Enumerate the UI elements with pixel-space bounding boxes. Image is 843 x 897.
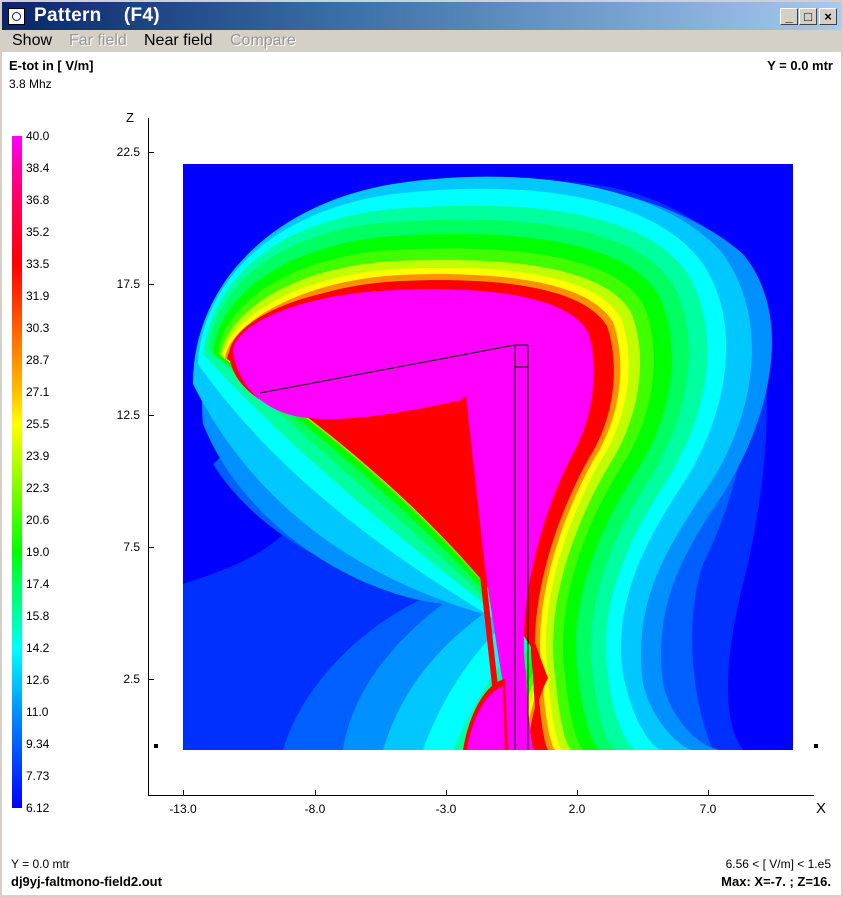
plot-canvas: E-tot in [ V/m] 3.8 Mhz Y = 0.0 mtr 40.0… xyxy=(2,52,841,895)
x-tick-label: -8.0 xyxy=(304,802,326,816)
left-boundary-marker xyxy=(154,744,158,748)
legend-value-label: 17.4 xyxy=(26,577,50,591)
legend-value-label: 6.12 xyxy=(26,801,50,815)
legend-value-label: 27.1 xyxy=(26,385,50,399)
value-range: 6.56 < [ V/m] < 1.e5 xyxy=(725,857,831,871)
x-tick-label: 2.0 xyxy=(568,802,586,816)
legend-value-label: 28.7 xyxy=(26,353,50,367)
quantity-label: E-tot in [ V/m] xyxy=(9,58,94,73)
legend-value-label: 14.2 xyxy=(26,641,50,655)
pattern-window: Pattern (F4) _ □ × Show Far field Near f… xyxy=(0,0,843,897)
maximize-button[interactable]: □ xyxy=(799,8,817,25)
menu-show[interactable]: Show xyxy=(12,32,52,50)
legend-value-label: 11.0 xyxy=(26,705,49,719)
x-tick-label: -13.0 xyxy=(169,802,197,816)
legend-value-label: 9.34 xyxy=(26,737,50,751)
legend-value-label: 31.9 xyxy=(26,289,50,303)
z-tick xyxy=(148,152,154,153)
x-tick xyxy=(183,790,184,796)
app-icon[interactable] xyxy=(8,8,25,25)
menu-compare[interactable]: Compare xyxy=(230,32,296,50)
legend-value-label: 33.5 xyxy=(26,257,50,271)
max-location: Max: X=-7. ; Z=16. xyxy=(721,874,831,889)
legend-value-label: 35.2 xyxy=(26,225,50,239)
legend-value-label: 20.6 xyxy=(26,513,50,527)
z-axis-label: Z xyxy=(126,110,134,125)
x-tick-label: -3.0 xyxy=(435,802,457,816)
legend-value-label: 36.8 xyxy=(26,193,50,207)
z-tick-label: 22.5 xyxy=(116,145,140,159)
x-tick xyxy=(577,790,578,796)
legend-value-label: 30.3 xyxy=(26,321,50,335)
plane-label-bottom: Y = 0.0 mtr xyxy=(11,857,70,871)
z-tick-label: 17.5 xyxy=(116,277,140,291)
legend-value-label: 40.0 xyxy=(26,129,50,143)
plane-label-top: Y = 0.0 mtr xyxy=(767,58,833,73)
menu-far-field[interactable]: Far field xyxy=(69,32,127,50)
right-boundary-marker xyxy=(814,744,818,748)
x-tick xyxy=(446,790,447,796)
x-tick-label: 7.0 xyxy=(699,802,717,816)
frequency-label: 3.8 Mhz xyxy=(9,77,52,91)
x-tick xyxy=(315,790,316,796)
z-axis-line xyxy=(148,118,149,796)
window-title: Pattern (F4) xyxy=(34,5,160,26)
file-name: dj9yj-faltmono-field2.out xyxy=(11,874,162,889)
z-tick-label: 12.5 xyxy=(116,408,140,422)
legend-value-label: 15.8 xyxy=(26,609,50,623)
menu-near-field[interactable]: Near field xyxy=(144,32,212,50)
legend-value-label: 23.9 xyxy=(26,449,50,463)
legend-value-label: 22.3 xyxy=(26,481,50,495)
minimize-button[interactable]: _ xyxy=(780,8,798,25)
x-axis-line xyxy=(148,795,814,796)
z-tick-label: 2.5 xyxy=(123,672,140,686)
x-tick xyxy=(708,790,709,796)
legend-value-label: 25.5 xyxy=(26,417,50,431)
field-heatmap xyxy=(183,164,793,750)
z-tick xyxy=(148,415,154,416)
color-legend-bar xyxy=(12,136,22,808)
heatmap-contours xyxy=(183,176,772,750)
z-tick-label: 7.5 xyxy=(123,540,140,554)
menu-bar: Show Far field Near field Compare xyxy=(2,30,841,52)
legend-value-label: 19.0 xyxy=(26,545,50,559)
title-bar[interactable]: Pattern (F4) _ □ × xyxy=(2,2,841,30)
z-tick xyxy=(148,679,154,680)
x-axis-label: X xyxy=(816,800,827,817)
z-tick xyxy=(148,547,154,548)
close-button[interactable]: × xyxy=(819,8,837,25)
legend-value-label: 38.4 xyxy=(26,161,50,175)
z-tick xyxy=(148,284,154,285)
legend-value-label: 12.6 xyxy=(26,673,50,687)
legend-value-label: 7.73 xyxy=(26,769,50,783)
